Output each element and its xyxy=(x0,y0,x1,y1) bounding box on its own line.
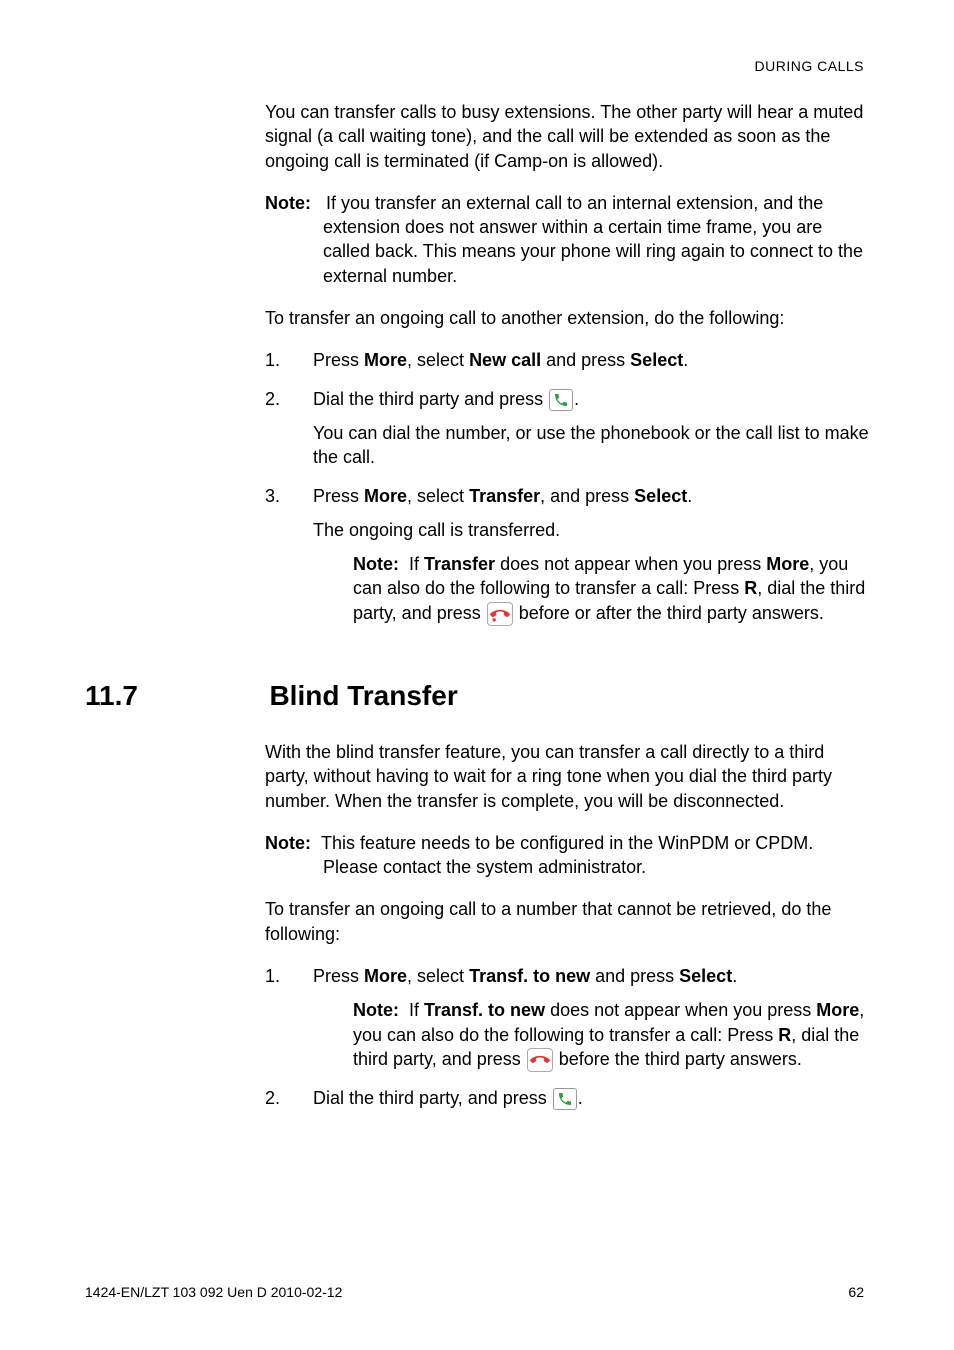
note-text: before or after the third party answers. xyxy=(514,603,824,623)
note-label: Note: xyxy=(353,554,399,574)
step-text: , and press xyxy=(540,486,634,506)
step-text: . xyxy=(732,966,737,986)
note-text: does not appear when you press xyxy=(495,554,766,574)
step-text: Press xyxy=(313,350,364,370)
running-header: DURING CALLS xyxy=(755,58,864,74)
step-item: 1. Press More, select New call and press… xyxy=(265,348,870,372)
step-body: The ongoing call is transferred. xyxy=(313,518,870,542)
note-text: If you transfer an external call to an i… xyxy=(323,193,863,286)
bold: New call xyxy=(469,350,541,370)
paragraph: You can transfer calls to busy extension… xyxy=(265,100,870,173)
step-text: and press xyxy=(541,350,630,370)
paragraph: To transfer an ongoing call to a number … xyxy=(265,897,870,946)
bold: More xyxy=(766,554,809,574)
bold: More xyxy=(816,1000,859,1020)
step-number: 1. xyxy=(265,964,280,988)
step-text: Dial the third party, and press xyxy=(313,1088,552,1108)
bold: More xyxy=(364,350,407,370)
step-text: , select xyxy=(407,486,469,506)
step-number: 2. xyxy=(265,387,280,411)
bold: Select xyxy=(679,966,732,986)
step-number: 1. xyxy=(265,348,280,372)
bold: Select xyxy=(630,350,683,370)
step-text: Press xyxy=(313,486,364,506)
note-label: Note: xyxy=(353,1000,399,1020)
note-block: Note: If you transfer an external call t… xyxy=(265,191,870,288)
paragraph: With the blind transfer feature, you can… xyxy=(265,740,870,813)
note-label: Note: xyxy=(265,833,311,853)
step-item: 2. Dial the third party, and press . xyxy=(265,1086,870,1110)
note-block: Note: This feature needs to be configure… xyxy=(265,831,870,880)
note-text: If xyxy=(409,1000,424,1020)
step-text: , select xyxy=(407,350,469,370)
paragraph: To transfer an ongoing call to another e… xyxy=(265,306,870,330)
bold: More xyxy=(364,966,407,986)
step-item: 3. Press More, select Transfer, and pres… xyxy=(265,484,870,626)
section-title: Blind Transfer xyxy=(269,680,457,712)
footer-doc-id: 1424-EN/LZT 103 092 Uen D 2010-02-12 xyxy=(85,1284,342,1300)
note-text: does not appear when you press xyxy=(545,1000,816,1020)
step-number: 3. xyxy=(265,484,280,508)
note-text: This feature needs to be configured in t… xyxy=(321,833,813,877)
step-text: Press xyxy=(313,966,364,986)
call-icon xyxy=(549,389,573,411)
bold: More xyxy=(364,486,407,506)
step-number: 2. xyxy=(265,1086,280,1110)
bold: Transf. to new xyxy=(424,1000,545,1020)
page-number: 62 xyxy=(848,1284,864,1300)
inner-note: Note: If Transfer does not appear when y… xyxy=(313,552,870,626)
section-number: 11.7 xyxy=(85,680,265,712)
bold: Select xyxy=(634,486,687,506)
step-body: You can dial the number, or use the phon… xyxy=(313,421,870,470)
bold: R xyxy=(744,578,757,598)
bold: Transf. to new xyxy=(469,966,590,986)
bold: Transfer xyxy=(424,554,495,574)
note-text: before the third party answers. xyxy=(554,1049,802,1069)
step-text: . xyxy=(574,389,579,409)
bold: R xyxy=(778,1025,791,1045)
note-label: Note: xyxy=(265,193,311,213)
bold: Transfer xyxy=(469,486,540,506)
step-text: . xyxy=(687,486,692,506)
step-text: , select xyxy=(407,966,469,986)
step-item: 2. Dial the third party and press . You … xyxy=(265,387,870,470)
end-call-icon xyxy=(487,602,513,626)
call-icon xyxy=(553,1088,577,1110)
step-text: Dial the third party and press xyxy=(313,389,548,409)
note-text: If xyxy=(409,554,424,574)
step-text: and press xyxy=(590,966,679,986)
step-text: . xyxy=(578,1088,583,1108)
step-item: 1. Press More, select Transf. to new and… xyxy=(265,964,870,1072)
end-call-icon xyxy=(527,1048,553,1072)
inner-note: Note: If Transf. to new does not appear … xyxy=(313,998,870,1072)
step-text: . xyxy=(683,350,688,370)
